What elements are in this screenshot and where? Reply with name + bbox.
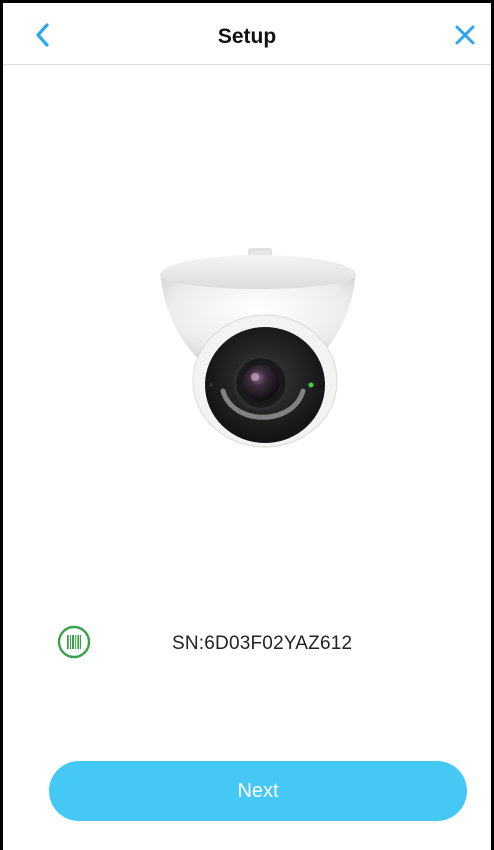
dome-camera-image [153,241,363,451]
header-bar: Setup [3,3,491,65]
next-button[interactable]: Next [49,761,467,821]
barcode-icon [57,625,91,659]
close-button[interactable] [447,17,483,53]
setup-screen: Setup SN:6D03F02YAZ612 Next [0,0,494,850]
serial-number-row: SN:6D03F02YAZ612 [57,625,451,661]
close-icon [455,25,475,45]
page-title: Setup [217,25,277,48]
serial-number-text: SN:6D03F02YAZ612 [172,633,353,654]
